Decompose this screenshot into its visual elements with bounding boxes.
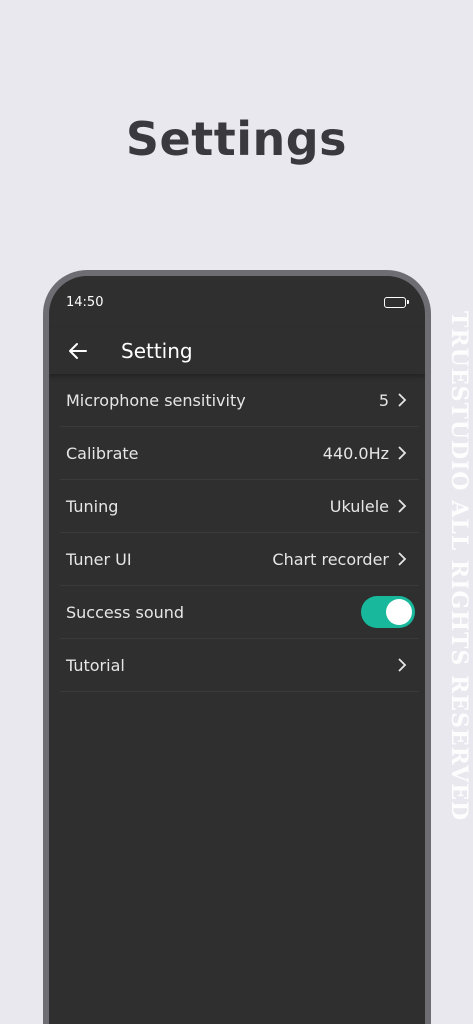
setting-tutorial[interactable]: Tutorial (60, 639, 419, 692)
setting-value: 5 (378, 390, 389, 410)
phone-screen: 14:50 Setting Microphone sensitivity 5 C… (49, 276, 425, 1024)
setting-success-sound: Success sound (60, 586, 419, 639)
page-title: Setting (121, 339, 193, 363)
setting-tuner-ui[interactable]: Tuner UI Chart recorder (60, 533, 419, 586)
status-time: 14:50 (66, 294, 104, 310)
setting-label: Tuner UI (66, 549, 132, 569)
page: Settings 14:50 Setting Microphone sensit… (0, 0, 473, 1024)
arrow-left-icon (69, 343, 87, 359)
phone-frame: 14:50 Setting Microphone sensitivity 5 C… (43, 270, 431, 1024)
setting-calibrate[interactable]: Calibrate 440.0Hz (60, 427, 419, 480)
watermark-text: TRUESTUDIO ALL RIGHTS RESERVED (446, 310, 472, 822)
settings-list: Microphone sensitivity 5 Calibrate 440.0… (49, 374, 425, 692)
chevron-right-icon (395, 393, 409, 407)
setting-value: 440.0Hz (322, 443, 389, 463)
status-bar: 14:50 (49, 276, 425, 328)
setting-label: Calibrate (66, 443, 139, 463)
back-button[interactable] (63, 336, 93, 366)
success-sound-toggle[interactable] (361, 596, 415, 628)
chevron-right-icon (395, 552, 409, 566)
setting-label: Tuning (66, 496, 119, 516)
chevron-right-icon (395, 658, 409, 672)
setting-value: Chart recorder (272, 549, 389, 569)
toggle-knob (386, 599, 412, 625)
battery-icon (384, 296, 409, 308)
setting-microphone-sensitivity[interactable]: Microphone sensitivity 5 (60, 374, 419, 427)
app-bar: Setting (49, 328, 425, 374)
promo-title: Settings (125, 112, 348, 166)
chevron-right-icon (395, 499, 409, 513)
setting-tuning[interactable]: Tuning Ukulele (60, 480, 419, 533)
setting-label: Tutorial (66, 655, 125, 675)
setting-label: Success sound (66, 602, 185, 622)
setting-label: Microphone sensitivity (66, 390, 246, 410)
setting-value: Ukulele (329, 496, 389, 516)
chevron-right-icon (395, 446, 409, 460)
